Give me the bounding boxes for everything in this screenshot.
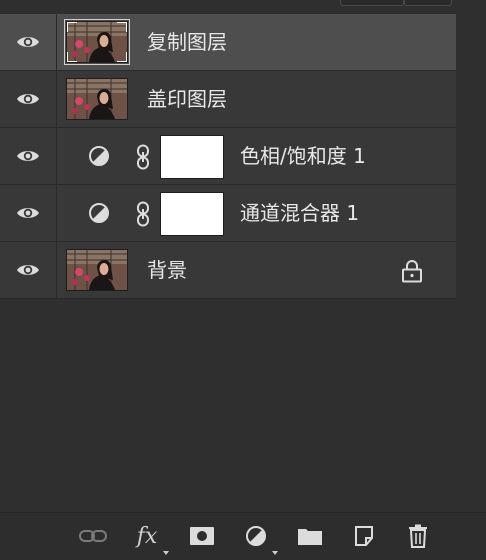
adjustment-layer-icon[interactable] xyxy=(88,145,110,167)
filter-control-2[interactable] xyxy=(404,0,452,6)
visibility-toggle[interactable] xyxy=(0,128,57,184)
layer-style-button[interactable]: fx xyxy=(132,521,162,551)
selection-corner xyxy=(67,22,77,32)
adjustment-layer-icon[interactable] xyxy=(88,202,110,224)
visibility-toggle[interactable] xyxy=(0,185,57,241)
layers-list: 复制图层 盖印图层 色相/饱和度 1 通道混合器 1 背景 xyxy=(0,14,456,299)
trash-icon xyxy=(409,524,427,548)
layer-mask-thumbnail[interactable] xyxy=(160,192,224,236)
panel-top-strip xyxy=(0,0,486,14)
layer-row[interactable]: 背景 xyxy=(0,242,456,299)
selection-corner xyxy=(67,52,77,62)
eye-icon[interactable] xyxy=(16,35,40,49)
new-group-button[interactable] xyxy=(295,521,325,551)
new-layer-button[interactable] xyxy=(349,521,379,551)
new-adjustment-button[interactable] xyxy=(241,521,271,551)
selection-corner xyxy=(117,22,127,32)
chain-link-icon[interactable] xyxy=(136,144,150,170)
layer-name[interactable]: 盖印图层 xyxy=(147,71,227,128)
new-layer-icon xyxy=(355,526,373,546)
adjustment-icon xyxy=(246,526,266,546)
layer-thumbnail[interactable] xyxy=(66,78,128,120)
visibility-toggle[interactable] xyxy=(0,71,57,127)
visibility-toggle[interactable] xyxy=(0,242,57,298)
delete-layer-button[interactable] xyxy=(403,521,433,551)
chevron-down-icon xyxy=(163,551,169,555)
layer-name[interactable]: 色相/饱和度 1 xyxy=(240,128,366,185)
filter-control[interactable] xyxy=(340,0,404,6)
layer-thumbnail[interactable] xyxy=(66,249,128,291)
lock-icon[interactable] xyxy=(401,259,423,283)
chevron-down-icon xyxy=(272,551,278,555)
eye-icon[interactable] xyxy=(16,263,40,277)
layer-name[interactable]: 通道混合器 1 xyxy=(240,185,359,242)
mask-icon xyxy=(190,527,214,545)
visibility-toggle[interactable] xyxy=(0,14,57,70)
eye-icon[interactable] xyxy=(16,149,40,163)
layers-toolbar: fx xyxy=(0,512,486,560)
layer-name[interactable]: 复制图层 xyxy=(147,14,227,71)
layer-thumbnail[interactable] xyxy=(64,19,130,65)
chain-link-icon[interactable] xyxy=(136,201,150,227)
fx-icon: fx xyxy=(136,523,158,549)
layer-name[interactable]: 背景 xyxy=(147,242,187,299)
selection-corner xyxy=(117,52,127,62)
photo-thumbnail-image xyxy=(67,79,127,119)
layer-row[interactable]: 通道混合器 1 xyxy=(0,185,456,242)
link-layers-button[interactable] xyxy=(78,521,108,551)
eye-icon[interactable] xyxy=(16,206,40,220)
eye-icon[interactable] xyxy=(16,92,40,106)
layer-mask-thumbnail[interactable] xyxy=(160,135,224,179)
layer-row[interactable]: 复制图层 xyxy=(0,14,456,71)
scroll-area[interactable] xyxy=(456,14,486,512)
layer-row[interactable]: 色相/饱和度 1 xyxy=(0,128,456,185)
photo-thumbnail-image xyxy=(67,250,127,290)
layer-row[interactable]: 盖印图层 xyxy=(0,71,456,128)
folder-icon xyxy=(298,529,322,545)
add-mask-button[interactable] xyxy=(187,521,217,551)
link-icon xyxy=(79,530,107,542)
